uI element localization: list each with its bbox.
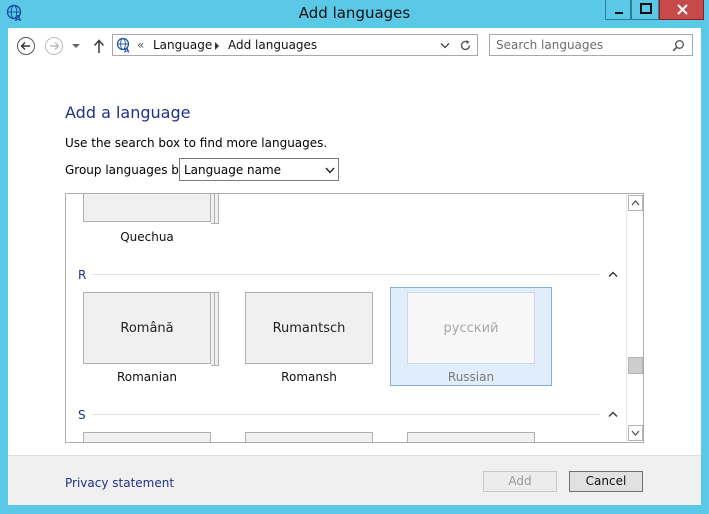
group-by-dropdown[interactable]: Language name [179,158,339,181]
breadcrumb-separator-icon[interactable] [214,42,220,50]
search-icon[interactable] [672,39,685,52]
address-history-chevron-icon[interactable] [440,42,450,50]
scrollbar-thumb[interactable] [628,357,643,374]
language-native-name: Română [120,321,174,336]
up-arrow-icon[interactable] [92,38,106,54]
back-arrow-icon[interactable] [16,36,36,56]
language-name-quechua: Quechua [120,230,174,244]
recent-locations-chevron-icon[interactable] [71,42,81,50]
page-title: Add a language [65,103,191,122]
control-panel-globe-icon: A [116,37,130,54]
group-by-selected-value: Language name [184,163,282,177]
language-name-romansh: Romansh [281,370,337,384]
language-tile-partial[interactable] [83,432,211,442]
search-hint: Use the search box to find more language… [65,136,328,150]
section-header-s: S [78,408,86,422]
language-tile-russian[interactable]: русский [407,292,535,364]
close-icon [677,4,688,15]
language-name-romanian: Romanian [116,370,178,384]
search-input[interactable] [496,37,666,53]
minimize-button[interactable] [605,0,631,20]
language-tile-partial[interactable] [407,432,535,442]
svg-text:A: A [124,47,130,54]
breadcrumb-language[interactable]: Language [153,38,212,52]
cancel-button[interactable]: Cancel [569,471,643,492]
collapse-section-s-icon[interactable] [607,410,619,418]
section-header-r: R [78,268,87,282]
language-tile-romansh[interactable]: Rumantsch [245,292,373,364]
add-button[interactable]: Add [483,471,557,492]
window-client-area: A « Language Add languages Add a languag… [8,28,701,505]
language-tile-romanian[interactable]: Română [83,292,219,366]
vertical-scrollbar[interactable] [626,194,643,442]
dialog-footer: Privacy statement Add Cancel [8,455,701,505]
window-title: Add languages [298,4,411,22]
language-native-name: Rumantsch [272,321,346,336]
scroll-down-button[interactable] [628,425,643,441]
refresh-icon[interactable] [459,39,472,52]
minimize-icon [615,12,623,14]
language-tile-partial[interactable] [245,432,373,442]
language-list[interactable]: Quechua R Română Romanian Rumantsch Roma… [65,193,644,443]
breadcrumb-add-languages[interactable]: Add languages [228,38,317,52]
forward-arrow-icon[interactable] [44,36,64,56]
title-bar: A Add languages [0,0,709,28]
language-name-russian: Russian [447,370,495,384]
privacy-statement-link[interactable]: Privacy statement [65,476,174,490]
scroll-down-icon [631,430,640,436]
navigation-bar: A « Language Add languages [8,28,701,64]
address-bar[interactable]: A « Language Add languages [112,34,478,56]
close-button[interactable] [659,0,704,20]
section-divider [92,274,600,275]
language-native-name: русский [443,321,499,336]
breadcrumb-overflow[interactable]: « [137,38,144,52]
search-box[interactable] [489,34,693,56]
maximize-button[interactable] [631,0,659,20]
section-divider [92,414,600,415]
group-by-label: Group languages by: [65,163,190,177]
scroll-up-icon [631,200,640,206]
language-tile-quechua[interactable] [83,194,219,224]
scroll-up-button[interactable] [628,195,643,211]
maximize-icon [640,3,652,14]
dropdown-chevron-icon [325,167,335,174]
collapse-section-r-icon[interactable] [607,270,619,278]
